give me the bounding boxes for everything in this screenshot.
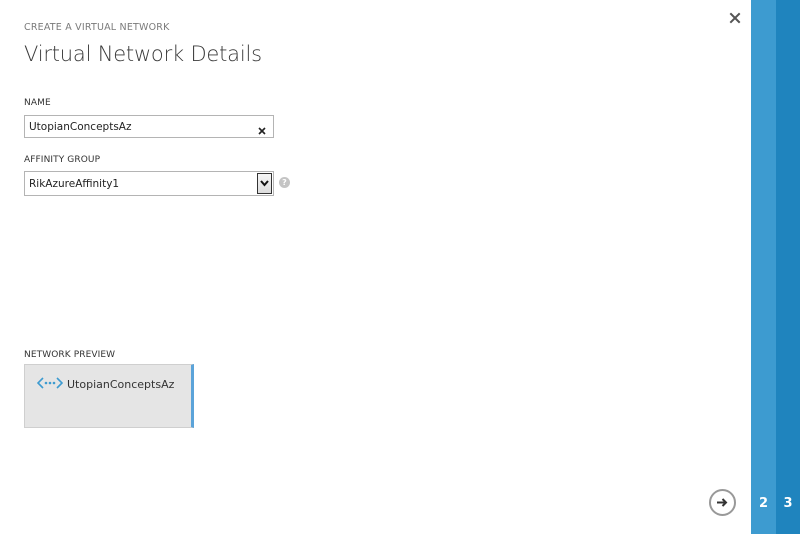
help-icon[interactable]: ? (279, 177, 290, 188)
network-preview-label: NETWORK PREVIEW (24, 350, 116, 360)
affinity-group-select[interactable]: RikAzureAffinity1 (24, 171, 274, 196)
breadcrumb: CREATE A VIRTUAL NETWORK (24, 22, 170, 33)
wizard-step-3[interactable]: 3 (776, 0, 800, 534)
wizard-main-panel: CREATE A VIRTUAL NETWORK Virtual Network… (0, 0, 751, 534)
clear-icon (258, 127, 266, 135)
next-button[interactable] (709, 489, 736, 516)
name-input-value: UtopianConceptsAz (29, 121, 132, 133)
name-input[interactable]: UtopianConceptsAz (24, 115, 274, 138)
step-number: 3 (783, 496, 793, 511)
clear-input-button[interactable] (257, 121, 267, 135)
wizard-step-2[interactable]: 2 (751, 0, 776, 534)
chevron-down-icon (260, 180, 269, 187)
close-button[interactable] (728, 10, 742, 24)
virtual-network-icon (37, 377, 63, 389)
dropdown-button[interactable] (257, 173, 272, 194)
affinity-group-value: RikAzureAffinity1 (29, 178, 120, 190)
step-number: 2 (758, 496, 769, 511)
close-icon (729, 12, 741, 24)
network-preview-name: UtopianConceptsAz (67, 378, 175, 391)
network-preview-card: UtopianConceptsAz (24, 364, 194, 428)
affinity-group-label: AFFINITY GROUP (24, 155, 101, 165)
arrow-right-icon (717, 498, 728, 507)
page-title: Virtual Network Details (24, 42, 262, 66)
name-label: NAME (24, 98, 51, 108)
